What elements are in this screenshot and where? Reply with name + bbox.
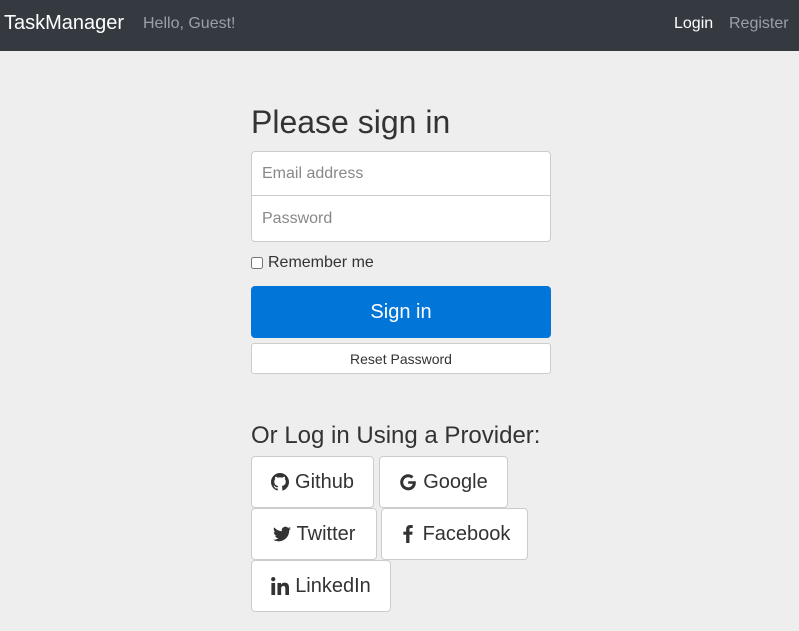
google-label: Google [423, 470, 488, 493]
email-field[interactable] [251, 151, 551, 196]
facebook-login-button[interactable]: Facebook [381, 508, 528, 560]
facebook-icon [402, 525, 413, 543]
remember-me[interactable]: Remember me [251, 254, 374, 272]
twitter-label: Twitter [296, 522, 356, 545]
linkedin-icon [271, 577, 290, 595]
twitter-login-button[interactable]: Twitter [251, 508, 377, 560]
brand-logo[interactable]: TaskManager [4, 12, 124, 35]
top-navbar: TaskManager Hello, Guest! Login Register [0, 0, 799, 51]
github-icon [271, 473, 290, 491]
linkedin-label: LinkedIn [295, 574, 371, 597]
sign-in-button[interactable]: Sign in [251, 286, 551, 338]
linkedin-login-button[interactable]: LinkedIn [251, 560, 391, 612]
facebook-label: Facebook [422, 522, 511, 545]
provider-heading: Or Log in Using a Provider: [251, 422, 541, 449]
google-icon [400, 474, 417, 491]
remember-me-checkbox[interactable] [251, 257, 263, 269]
page-title: Please sign in [251, 104, 451, 140]
nav-login-link[interactable]: Login [674, 15, 713, 33]
github-login-button[interactable]: Github [251, 456, 374, 508]
reset-password-button[interactable]: Reset Password [251, 343, 551, 374]
google-login-button[interactable]: Google [379, 456, 508, 508]
remember-me-label: Remember me [268, 254, 374, 271]
github-label: Github [295, 470, 354, 493]
greeting-text: Hello, Guest! [143, 15, 236, 32]
password-field[interactable] [251, 196, 551, 242]
nav-register-link[interactable]: Register [729, 15, 789, 33]
twitter-icon [272, 526, 291, 542]
